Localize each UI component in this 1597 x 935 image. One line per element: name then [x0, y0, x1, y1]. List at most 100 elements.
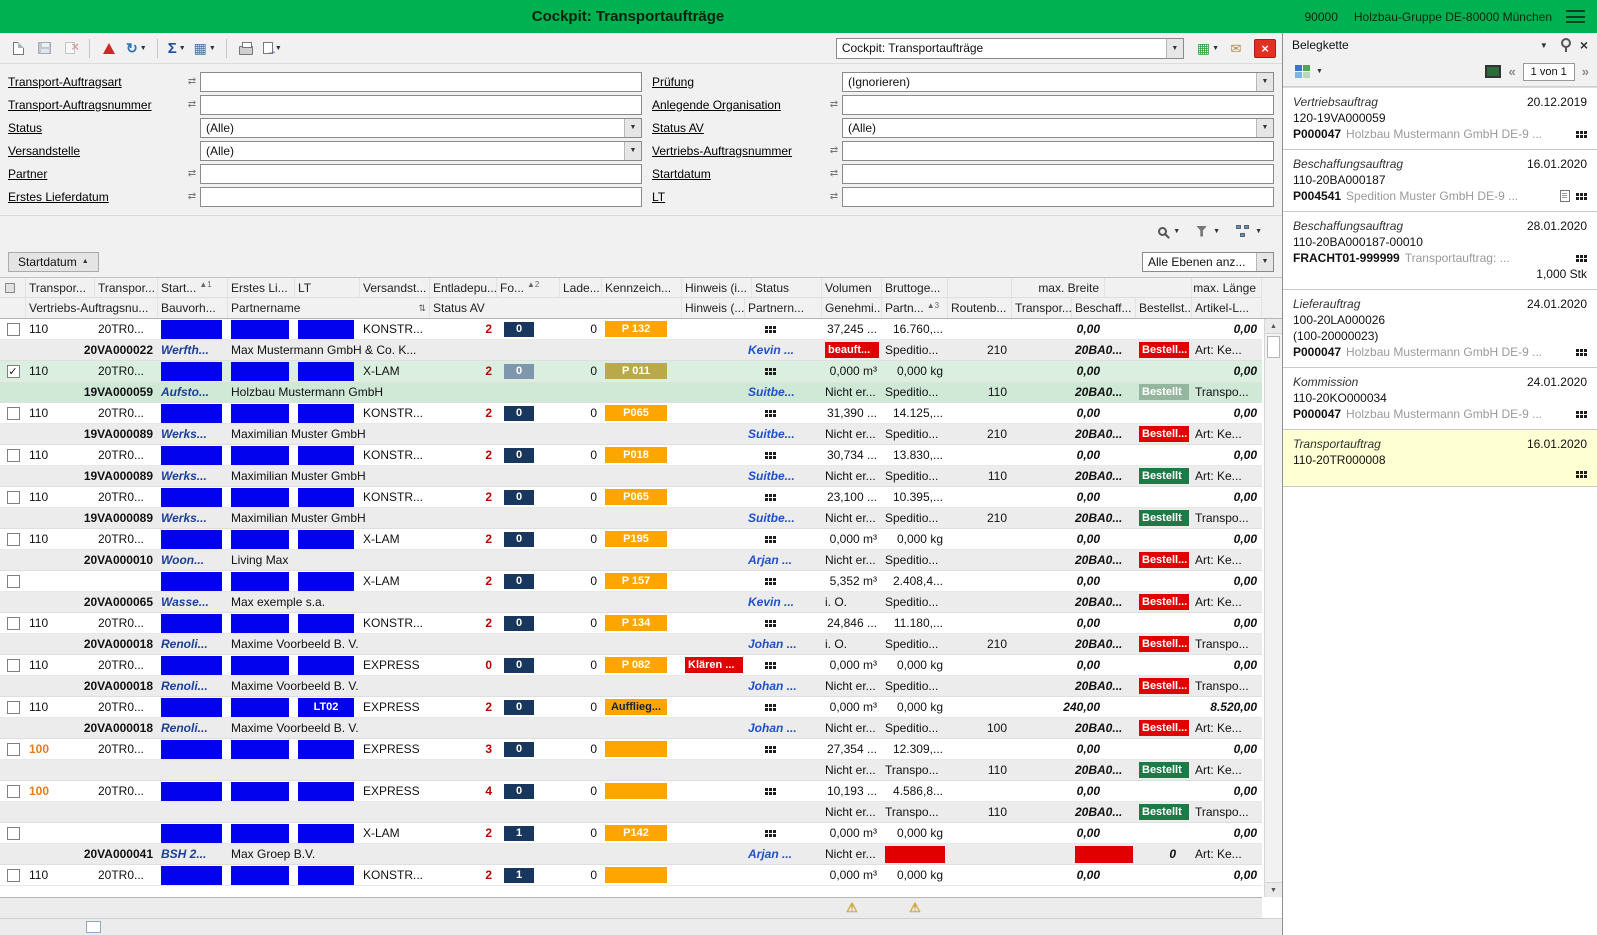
transport-row[interactable]: 11020TR0...KONSTR...200P01830,734 ...13.…	[0, 445, 1262, 466]
column-header[interactable]	[1105, 278, 1192, 297]
column-header[interactable]: Transpor...	[1012, 298, 1072, 318]
filter-select[interactable]: (Ignorieren)▼	[842, 72, 1274, 92]
dropdown-caret-icon[interactable]: ▼	[1173, 228, 1180, 235]
column-header[interactable]: Bauvorh...	[158, 298, 228, 318]
filter-label[interactable]: Status AV	[652, 121, 826, 135]
column-header[interactable]: Lade...	[560, 278, 602, 297]
filter-select[interactable]: (Alle)▼	[200, 118, 642, 138]
column-header[interactable]: Bestellst...	[1136, 298, 1192, 318]
belegkette-card[interactable]: Beschaffungsauftrag16.01.2020110-20BA000…	[1283, 150, 1597, 212]
column-header[interactable]	[948, 278, 1012, 297]
column-header[interactable]: Bruttoge...	[882, 278, 948, 297]
column-header[interactable]: Entladepu...	[430, 278, 497, 297]
dropdown-arrow-icon[interactable]: ▼	[1256, 253, 1273, 271]
dropdown-arrow-icon[interactable]: ▼	[624, 142, 641, 160]
dropdown-caret-icon[interactable]: ▼	[209, 45, 216, 52]
filter-label[interactable]: Versandstelle	[8, 144, 184, 158]
column-header[interactable]: Erstes Li...	[228, 278, 295, 297]
transport-row[interactable]: X-LAM210P1420,000 m³0,000 kg0,000,00	[0, 823, 1262, 844]
order-subrow[interactable]: 20VA000018Renoli...Maxime Voorbeeld B. V…	[0, 676, 1262, 697]
filter-label[interactable]: Anlegende Organisation	[652, 98, 826, 112]
order-subrow[interactable]: 19VA000059Aufsto...Holzbau Mustermann Gm…	[0, 382, 1262, 403]
column-header[interactable]: Genehmi...	[822, 298, 882, 318]
dropdown-arrow-icon[interactable]: ▼	[1256, 73, 1273, 91]
row-checkbox[interactable]	[7, 449, 20, 462]
sort-chip-startdatum[interactable]: Startdatum ▲	[8, 252, 99, 272]
filter-label[interactable]: Status	[8, 121, 184, 135]
column-header[interactable]: Hinweis (i...	[682, 278, 752, 297]
filter-label[interactable]: Transport-Auftragsart	[8, 75, 184, 89]
search-button[interactable]: ▼	[1154, 220, 1184, 242]
belegkette-card[interactable]: Lieferauftrag24.01.2020100-20LA000026(10…	[1283, 290, 1597, 368]
row-checkbox[interactable]	[7, 323, 20, 336]
transport-row[interactable]: ✓11020TR0...X-LAM200P 0110,000 m³0,000 k…	[0, 361, 1262, 382]
column-header[interactable]	[0, 298, 26, 318]
transport-row[interactable]: 11020TR0...KONSTR...200P 13424,846 ...11…	[0, 613, 1262, 634]
belegkette-card[interactable]: Beschaffungsauftrag28.01.2020110-20BA000…	[1283, 212, 1597, 290]
belegkette-card[interactable]: Transportauftrag16.01.2020110-20TR000008	[1283, 430, 1597, 487]
print-button[interactable]	[234, 36, 258, 60]
column-header[interactable]: Partn...▲3	[882, 298, 948, 318]
order-subrow[interactable]: Nicht er...Transpo...11020BA0...Bestellt…	[0, 802, 1262, 823]
filter-label[interactable]: Startdatum	[652, 167, 826, 181]
order-subrow[interactable]: 20VA000041BSH 2...Max Groep B.V.Arjan ..…	[0, 844, 1262, 865]
column-header[interactable]: Status	[752, 278, 822, 297]
filter-label[interactable]: Transport-Auftragsnummer	[8, 98, 184, 112]
save-button[interactable]	[32, 36, 56, 60]
transport-row[interactable]: 11020TR0...EXPRESS000P 082Klären ...0,00…	[0, 655, 1262, 676]
delete-button[interactable]	[58, 36, 82, 60]
scrollbar-thumb[interactable]	[1267, 336, 1280, 358]
view-selector[interactable]: Cockpit: Transportaufträge ▼	[836, 38, 1184, 59]
link-icon[interactable]: ⇄	[826, 99, 842, 110]
belegkette-card[interactable]: Vertriebsauftrag20.12.2019120-19VA000059…	[1283, 88, 1597, 150]
panel-dropdown-icon[interactable]: ▼	[1540, 41, 1548, 50]
mail-button[interactable]: ✉	[1224, 36, 1248, 60]
order-subrow[interactable]: 19VA000089Werks...Maximilian Muster GmbH…	[0, 508, 1262, 529]
row-checkbox[interactable]	[7, 491, 20, 504]
filter-label[interactable]: Prüfung	[652, 75, 826, 89]
row-checkbox[interactable]	[7, 659, 20, 672]
filter-input[interactable]	[842, 187, 1274, 207]
refresh-button[interactable]: ↻▼	[123, 36, 150, 60]
column-header[interactable]: Start...▲1	[158, 278, 228, 297]
link-icon[interactable]: ⇄	[826, 191, 842, 202]
row-checkbox[interactable]	[7, 533, 20, 546]
dropdown-arrow-icon[interactable]: ▼	[1166, 39, 1183, 58]
transport-row[interactable]: 11020TR0...KONSTR...200P 13237,245 ...16…	[0, 319, 1262, 340]
row-checkbox[interactable]	[7, 827, 20, 840]
column-header[interactable]: Vertriebs-Auftragsnu...	[26, 298, 158, 318]
row-checkbox[interactable]: ✓	[7, 365, 20, 378]
dropdown-caret-icon[interactable]: ▼	[1255, 228, 1262, 235]
link-icon[interactable]: ⇄	[184, 168, 200, 179]
row-checkbox[interactable]	[7, 701, 20, 714]
link-icon[interactable]: ⇄	[184, 191, 200, 202]
column-header[interactable]: Transpor...	[95, 278, 158, 297]
transport-row[interactable]: 10020TR0...EXPRESS40010,193 ...4.586,8..…	[0, 781, 1262, 802]
close-view-button[interactable]: ×	[1254, 39, 1276, 58]
column-header[interactable]: Volumen	[822, 278, 882, 297]
link-icon[interactable]: ⇄	[826, 145, 842, 156]
link-icon[interactable]: ⇄	[184, 76, 200, 87]
order-subrow[interactable]: 19VA000089Werks...Maximilian Muster GmbH…	[0, 424, 1262, 445]
transport-row[interactable]: 11020TR0...KONSTR...2100,000 m³0,000 kg0…	[0, 865, 1262, 886]
column-header[interactable]: max. Breite	[1012, 278, 1105, 297]
row-checkbox[interactable]	[7, 869, 20, 882]
screen-icon[interactable]	[1485, 65, 1501, 78]
link-icon[interactable]: ⇄	[184, 99, 200, 110]
column-header[interactable]: Partnername⇅	[228, 298, 430, 318]
column-header[interactable]: Fo...▲2	[497, 278, 560, 297]
group-button[interactable]: ▼	[1232, 220, 1266, 242]
panel-close-icon[interactable]: ×	[1580, 37, 1588, 53]
filter-button[interactable]: ▼	[1192, 220, 1224, 242]
column-header[interactable]: Kennzeich...	[602, 278, 682, 297]
order-subrow[interactable]: 20VA000010Woon...Living MaxArjan ...Nich…	[0, 550, 1262, 571]
dropdown-caret-icon[interactable]: ▼	[1212, 45, 1219, 52]
order-subrow[interactable]: 20VA000018Renoli...Maxime Voorbeeld B. V…	[0, 718, 1262, 739]
transport-row[interactable]: X-LAM200P 1575,352 m³2.408,4...0,000,00	[0, 571, 1262, 592]
filter-label[interactable]: Vertriebs-Auftragsnummer	[652, 144, 826, 158]
order-subrow[interactable]: 20VA000018Renoli...Maxime Voorbeeld B. V…	[0, 634, 1262, 655]
row-checkbox[interactable]	[7, 785, 20, 798]
filter-input[interactable]	[200, 164, 642, 184]
filter-label[interactable]: Erstes Lieferdatum	[8, 190, 184, 204]
order-subrow[interactable]: 19VA000089Werks...Maximilian Muster GmbH…	[0, 466, 1262, 487]
